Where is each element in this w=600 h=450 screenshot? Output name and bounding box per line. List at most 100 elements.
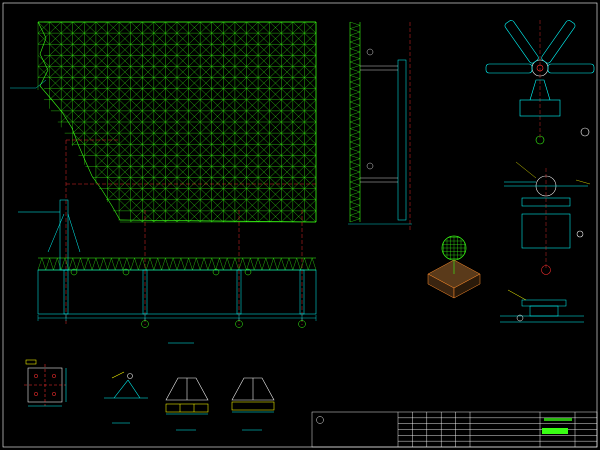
- truss-web: [349, 175, 361, 179]
- plan-bottom-edge: [119, 219, 317, 223]
- rib-plate-detail-1: [165, 377, 209, 431]
- truss-web: [349, 148, 361, 153]
- support-detail: [504, 161, 591, 275]
- truss-web: [349, 85, 361, 89]
- truss-web: [49, 257, 54, 271]
- truss-web: [349, 158, 361, 163]
- title-block: [311, 411, 598, 448]
- truss-web: [265, 257, 270, 271]
- truss-web: [107, 257, 112, 271]
- truss-web: [349, 195, 361, 199]
- truss-web: [169, 257, 174, 271]
- leader-line: [507, 289, 527, 301]
- truss-web: [157, 257, 162, 271]
- detail-tag: [25, 359, 37, 365]
- truss-web: [349, 205, 361, 209]
- truss-web: [145, 257, 151, 271]
- truss-web: [80, 257, 85, 271]
- truss-web: [45, 257, 50, 271]
- truss-web: [138, 257, 143, 271]
- truss-web: [122, 257, 127, 271]
- rib-table: [231, 401, 275, 411]
- truss-web: [184, 257, 189, 271]
- tall-column: [59, 199, 69, 271]
- truss-web: [349, 188, 361, 193]
- truss-web: [288, 257, 293, 271]
- truss-web: [219, 257, 224, 271]
- truss-web: [349, 208, 361, 213]
- truss-web: [349, 65, 361, 69]
- truss-web: [308, 257, 313, 271]
- truss-web: [349, 128, 361, 133]
- truss-web: [349, 21, 361, 26]
- truss-web: [37, 257, 43, 271]
- truss-web: [349, 51, 361, 56]
- truss-web: [349, 38, 361, 43]
- truss-web: [349, 105, 361, 109]
- truss-web: [84, 257, 89, 271]
- space-frame-grid: [37, 21, 317, 223]
- truss-web: [115, 257, 120, 271]
- truss-web: [349, 161, 361, 166]
- truss-web: [349, 155, 361, 159]
- leader-line: [575, 179, 591, 185]
- truss-web: [149, 257, 154, 271]
- plate-detail: [24, 359, 67, 407]
- bolt-hole: [52, 374, 56, 378]
- ball-joint-detail: [485, 20, 595, 145]
- truss-web: [57, 257, 62, 271]
- bolt-hole: [52, 392, 56, 396]
- truss-web: [188, 257, 193, 271]
- title-block-cell-highlight: [542, 428, 568, 434]
- truss-web: [349, 88, 361, 93]
- truss-web: [165, 257, 170, 271]
- bearing-detail: [500, 289, 584, 323]
- truss-web: [134, 257, 139, 271]
- truss-web: [257, 257, 263, 271]
- truss-web: [349, 48, 361, 53]
- truss-web: [211, 257, 216, 271]
- truss-web: [349, 145, 361, 149]
- truss-web: [118, 257, 124, 271]
- truss-web: [238, 257, 243, 271]
- side-section-column: [397, 59, 407, 221]
- bearing-plate: [521, 299, 567, 307]
- truss-web: [254, 257, 259, 271]
- leader-line: [515, 161, 537, 179]
- truss-web: [41, 257, 46, 271]
- tube-member: [547, 63, 595, 74]
- truss-web: [349, 121, 361, 126]
- rib-table: [165, 403, 209, 413]
- truss-web: [53, 257, 58, 271]
- truss-web: [64, 257, 70, 271]
- tube-member: [485, 63, 533, 74]
- truss-web: [349, 108, 361, 113]
- truss-web: [242, 257, 247, 271]
- drawing-border: [2, 2, 598, 448]
- truss-web: [273, 257, 278, 271]
- truss-web: [349, 191, 361, 196]
- plan-left-boundary: [37, 21, 121, 221]
- detail-marker: [580, 127, 590, 137]
- truss-web: [161, 257, 166, 271]
- truss-web: [261, 257, 266, 271]
- truss-web: [349, 41, 361, 46]
- truss-web: [230, 257, 236, 271]
- bolt-hole: [34, 374, 38, 378]
- truss-web: [349, 91, 361, 96]
- truss-web: [349, 61, 361, 66]
- truss-web: [284, 257, 290, 271]
- truss-web: [172, 257, 178, 271]
- truss-web: [176, 257, 182, 271]
- truss-web: [349, 68, 361, 73]
- truss-web: [203, 257, 209, 271]
- truss-web: [61, 257, 66, 271]
- side-section-view: [348, 21, 412, 230]
- detail-callout: [127, 373, 133, 379]
- truss-web: [227, 257, 232, 271]
- cad-drawing-sheet: [2, 2, 598, 448]
- truss-web: [250, 257, 255, 271]
- truss-web: [349, 125, 361, 129]
- truss-web: [349, 55, 361, 59]
- truss-web: [349, 81, 361, 86]
